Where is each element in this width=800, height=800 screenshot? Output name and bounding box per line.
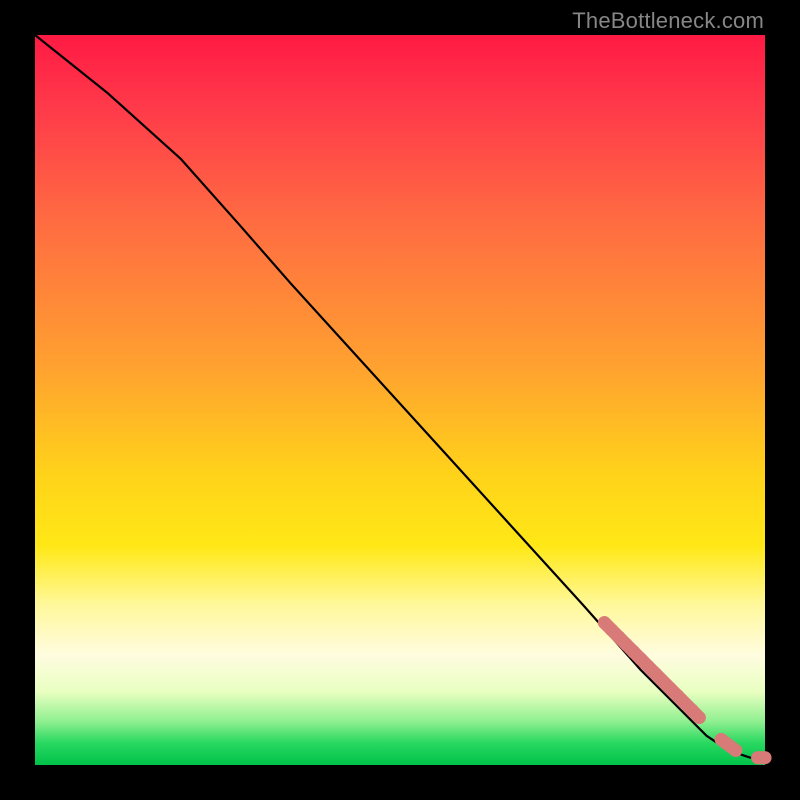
chart-overlay xyxy=(35,35,765,765)
series-curve xyxy=(35,35,765,758)
chart-frame: TheBottleneck.com xyxy=(0,0,800,800)
series-markers xyxy=(598,616,772,764)
plot-area xyxy=(35,35,765,765)
marker-dot xyxy=(759,751,772,764)
watermark-text: TheBottleneck.com xyxy=(572,8,764,34)
marker-dot xyxy=(729,744,742,757)
marker-dot xyxy=(693,711,706,724)
